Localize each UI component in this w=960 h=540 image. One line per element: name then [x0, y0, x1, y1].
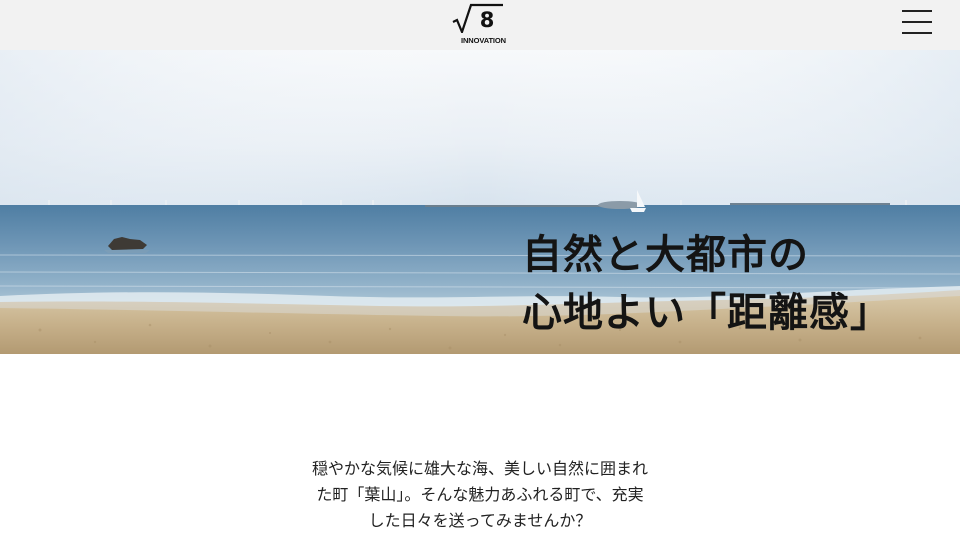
intro-line: した日々を送ってみませんか？ [368, 511, 592, 530]
logo-subtitle: INNOVATION [461, 36, 506, 45]
hero-title: 自然と大都市の 心地よい「距離感」 [522, 226, 952, 342]
intro-line: た町「葉山」。そんな魅力あふれる町で、充実 [316, 485, 644, 504]
hamburger-menu-icon [902, 10, 932, 12]
hero-title-line: 自然と大都市の [522, 231, 809, 278]
site-logo[interactable]: 8 INNOVATION [452, 3, 508, 47]
hero-section: 自然と大都市の 心地よい「距離感」 [0, 50, 960, 354]
menu-button[interactable] [898, 6, 936, 38]
intro-text: 穏やかな気候に雄大な海、美しい自然に囲まれ た町「葉山」。そんな魅力あふれる町で… [240, 456, 720, 534]
site-header: 8 INNOVATION [0, 0, 960, 50]
logo-mark: 8 [479, 8, 495, 32]
intro-line: 穏やかな気候に雄大な海、美しい自然に囲まれ [311, 459, 648, 478]
hero-title-line: 心地よい「距離感」 [522, 289, 891, 336]
